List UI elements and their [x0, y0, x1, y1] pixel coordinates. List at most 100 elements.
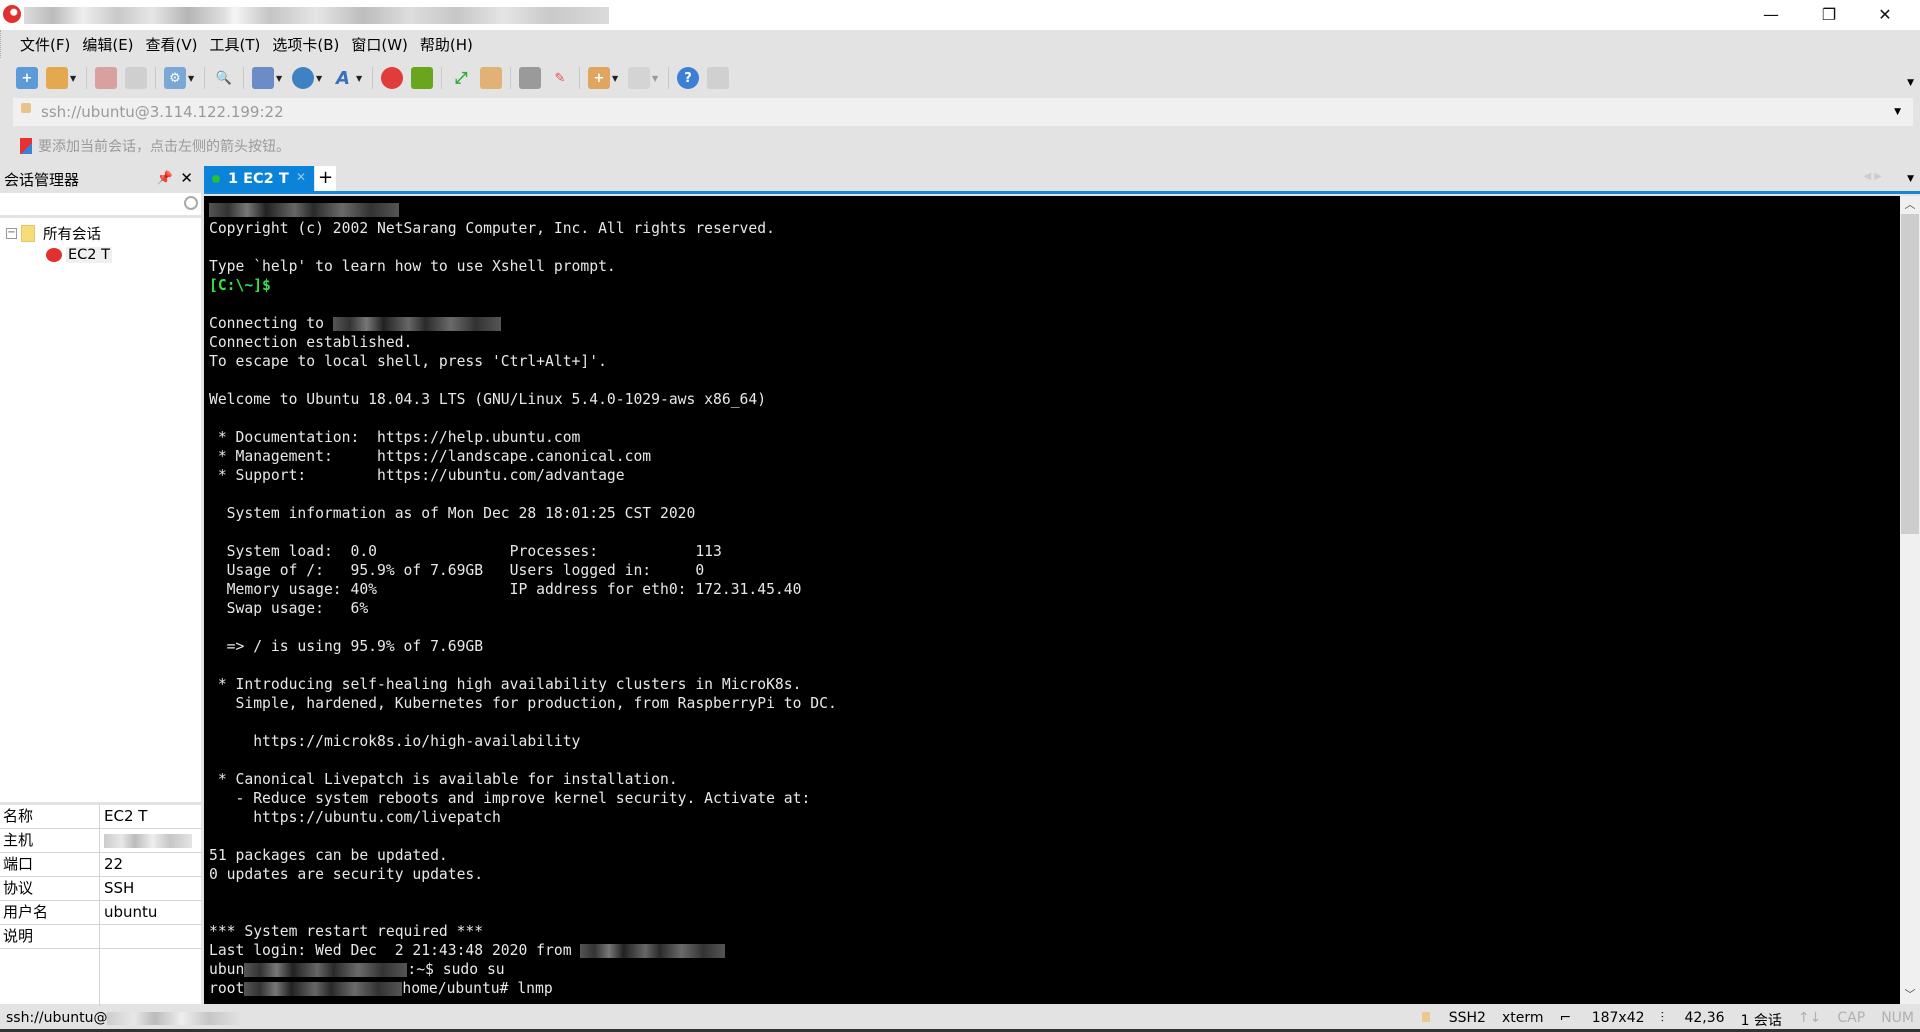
property-value: EC2 T [104, 807, 148, 825]
find-icon[interactable]: 🔍 [213, 67, 235, 89]
toolbar-separator [579, 67, 580, 89]
menu-view[interactable]: 查看(V) [146, 34, 198, 55]
xftp-icon[interactable] [411, 67, 433, 89]
terminal-line: https://ubuntu.com/livepatch [209, 808, 1900, 827]
toolbar-overflow-icon[interactable]: ▼ [1907, 78, 1914, 88]
properties-dropdown-icon[interactable]: ▼ [188, 74, 196, 83]
terminal-line: => / is using 95.9% of 7.69GB [209, 637, 1900, 656]
scroll-thumb[interactable] [1901, 214, 1919, 534]
terminal-line: * Introducing self-healing high availabi… [209, 675, 1900, 694]
pin-icon[interactable]: 📌 [157, 171, 173, 186]
tree-item-all-sessions[interactable]: − 所有会话 [0, 222, 201, 244]
terminal-output[interactable]: Copyright (c) 2002 NetSarang Computer, I… [204, 196, 1900, 1004]
terminal-line-text: *** System restart required *** [209, 923, 484, 940]
open-folder-icon[interactable] [46, 67, 68, 89]
tab-scroll-arrows[interactable]: ◀ ▶ [1863, 171, 1882, 182]
close-button[interactable]: ✕ [1862, 0, 1908, 28]
terminal-line: Type `help' to learn how to use Xshell p… [209, 257, 1900, 276]
status-cap: CAP [1837, 1010, 1866, 1026]
tree-item-session[interactable]: EC2 T [0, 244, 201, 266]
xshell-app-icon[interactable] [3, 5, 21, 23]
session-properties-icon[interactable]: ⚙ [164, 67, 186, 89]
redacted-text [244, 982, 403, 996]
session-tree: − 所有会话 EC2 T [0, 218, 201, 266]
new-session-icon[interactable]: + [16, 67, 38, 89]
terminal-line-text: * Support: https://ubuntu.com/advantage [209, 467, 625, 484]
terminal-line-text: System load: 0.0 Processes: 113 [209, 543, 722, 560]
scroll-down-icon[interactable]: ﹀ [1900, 986, 1920, 1004]
property-key: 说明 [0, 925, 100, 948]
tab-bar: 1 EC2 T ✕ + ◀ ▶ ▼ [204, 166, 1920, 194]
menu-tabs[interactable]: 选项卡(B) [272, 34, 339, 55]
menu-help[interactable]: 帮助(H) [420, 34, 473, 55]
add-bookmark-icon[interactable] [20, 138, 32, 154]
new-tab-button[interactable]: + [315, 166, 336, 191]
terminal-line-text: Welcome to Ubuntu 18.04.3 LTS (GNU/Linux… [209, 391, 767, 408]
toolbar: + ▼ ⚙ ▼ 🔍 ▼ ▼ A ▼ ⤢ ✎ + ▼ ▼ ? [0, 62, 1920, 94]
terminal-line: Memory usage: 40% IP address for eth0: 1… [209, 580, 1900, 599]
font-icon[interactable]: A [332, 67, 354, 89]
toolbar-separator [510, 67, 511, 89]
layout-icon[interactable] [628, 67, 650, 89]
window-title-redacted [24, 7, 609, 24]
property-key: 名称 [0, 805, 100, 828]
folder-dropdown-icon[interactable]: ▼ [612, 74, 620, 83]
new-folder-icon[interactable]: + [588, 67, 610, 89]
tab-close-icon[interactable]: ✕ [296, 170, 306, 184]
terminal-line-text: [C:\~]$ [209, 277, 271, 294]
chat-icon[interactable] [707, 67, 729, 89]
menu-file[interactable]: 文件(F) [20, 34, 70, 55]
panel-close-icon[interactable]: ✕ [180, 169, 193, 187]
fullscreen-icon[interactable]: ⤢ [450, 67, 472, 89]
search-icon[interactable] [184, 196, 198, 210]
terminal-line: Swap usage: 6% [209, 599, 1900, 618]
reconnect-icon[interactable] [125, 67, 147, 89]
minimize-button[interactable]: — [1748, 0, 1794, 28]
transfer-dropdown-icon[interactable]: ▼ [276, 74, 284, 83]
globe-dropdown-icon[interactable]: ▼ [316, 74, 324, 83]
xshell-logo-icon[interactable] [381, 67, 403, 89]
address-input[interactable]: ssh://ubuntu@3.114.122.199:22 [41, 103, 284, 121]
lock-icon[interactable] [480, 67, 502, 89]
address-bar[interactable]: ssh://ubuntu@3.114.122.199:22 ▼ [13, 98, 1913, 126]
tab-list-dropdown-icon[interactable]: ▼ [1907, 174, 1914, 184]
terminal-line-text: home/ubuntu# lnmp [402, 980, 553, 997]
tab-ec2[interactable]: 1 EC2 T ✕ [204, 166, 314, 192]
restore-button[interactable]: ❐ [1806, 0, 1852, 28]
font-dropdown-icon[interactable]: ▼ [356, 74, 364, 83]
title-bar: — ❐ ✕ [0, 0, 1920, 30]
help-icon[interactable]: ? [677, 67, 699, 89]
links-bar: 要添加当前会话，点击左侧的箭头按钮。 [0, 133, 1920, 159]
status-connection-text: ssh://ubuntu@ [6, 1010, 108, 1026]
terminal-line-text: * Documentation: https://help.ubuntu.com [209, 429, 581, 446]
menu-window[interactable]: 窗口(W) [351, 34, 408, 55]
toolbar-separator [372, 67, 373, 89]
open-dropdown-icon[interactable]: ▼ [70, 74, 78, 83]
terminal-line-text: - Reduce system reboots and improve kern… [209, 790, 811, 807]
session-search-input[interactable] [0, 193, 201, 218]
layout-dropdown-icon[interactable]: ▼ [652, 74, 660, 83]
terminal-line-text: Connecting to [209, 315, 333, 332]
globe-icon[interactable] [292, 67, 314, 89]
terminal-line: * Support: https://ubuntu.com/advantage [209, 466, 1900, 485]
scroll-up-icon[interactable]: ︿ [1900, 196, 1920, 214]
tree-label: 所有会话 [43, 226, 101, 243]
highlight-icon[interactable]: ✎ [549, 67, 571, 89]
disconnect-icon[interactable] [95, 67, 117, 89]
menu-edit[interactable]: 编辑(E) [82, 34, 133, 55]
keyboard-icon[interactable] [519, 67, 541, 89]
menu-tools[interactable]: 工具(T) [210, 34, 261, 55]
property-row: 协议 SSH [0, 877, 201, 901]
cursor-text: 42,36 [1684, 1010, 1725, 1026]
property-row: 用户名 ubuntu [0, 901, 201, 925]
address-dropdown-icon[interactable]: ▼ [1894, 107, 1901, 117]
terminal-scrollbar[interactable]: ︿ ﹀ [1900, 196, 1920, 1004]
collapse-icon[interactable]: − [6, 227, 17, 239]
terminal-line-text: Usage of /: 95.9% of 7.69GB Users logged… [209, 562, 705, 579]
terminal-line: Simple, hardened, Kubernetes for product… [209, 694, 1900, 713]
transfer-icon[interactable] [252, 67, 274, 89]
